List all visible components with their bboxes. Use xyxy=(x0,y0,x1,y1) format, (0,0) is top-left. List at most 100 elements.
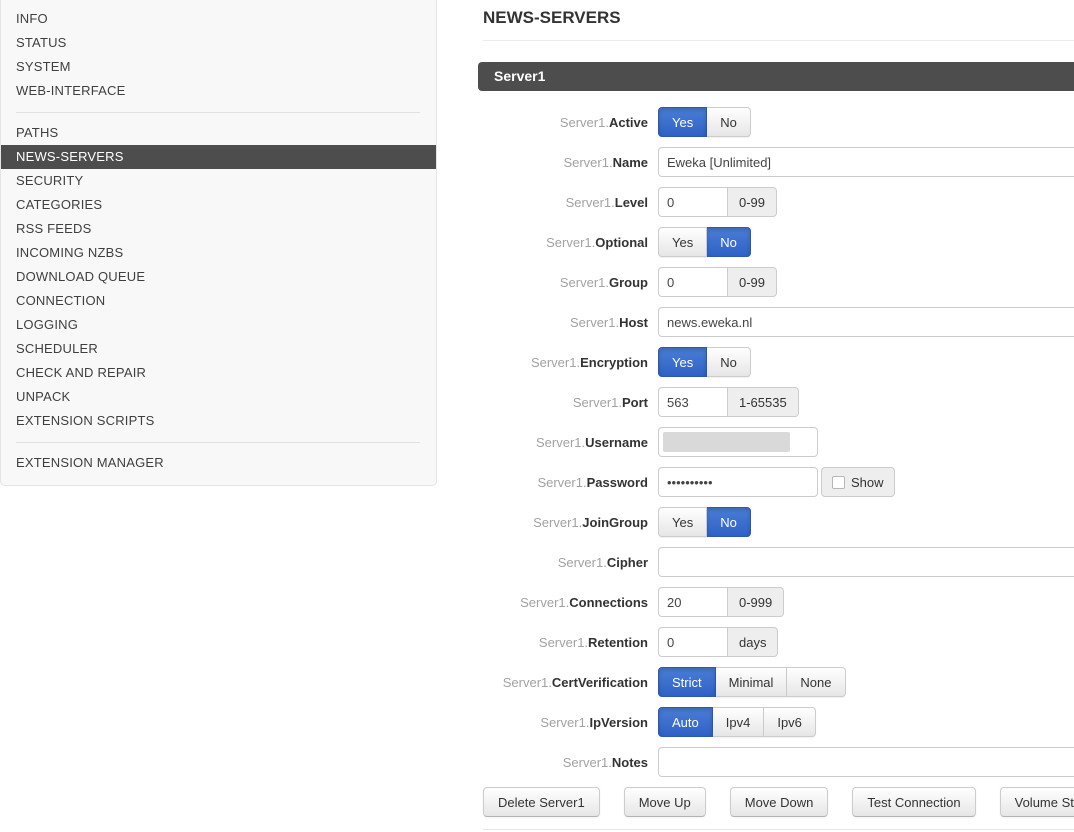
option-label-password: Server1.Password xyxy=(0,475,648,490)
label-name: Port xyxy=(622,395,648,410)
label-prefix: Server1. xyxy=(573,395,622,410)
option-label-port: Server1.Port xyxy=(0,395,648,410)
option-label-retention: Server1.Retention xyxy=(0,635,648,650)
label-name: Retention xyxy=(588,635,648,650)
form-row-username: Server1.Username xyxy=(0,422,1074,462)
ipversion-option-ipv6[interactable]: Ipv6 xyxy=(764,707,816,737)
certverification-option-none[interactable]: None xyxy=(787,667,845,697)
server-actions: Delete Server1 Move Up Move Down Test Conne… xyxy=(483,787,1074,817)
delete-server1-button[interactable]: Delete Server1 xyxy=(483,787,600,817)
form-row-joingroup: Server1.JoinGroup YesNo xyxy=(0,502,1074,542)
label-name: IpVersion xyxy=(589,715,648,730)
option-label-ipversion: Server1.IpVersion xyxy=(0,715,648,730)
optional-option-no[interactable]: No xyxy=(707,227,751,257)
option-label-level: Server1.Level xyxy=(0,195,648,210)
test-connection-button[interactable]: Test Connection xyxy=(852,787,975,817)
certverification-toggle-group: StrictMinimalNone xyxy=(658,667,846,697)
page-title: NEWS-SERVERS xyxy=(483,8,621,28)
move-up-button[interactable]: Move Up xyxy=(624,787,706,817)
sidebar-item-system[interactable]: SYSTEM xyxy=(1,55,436,79)
label-prefix: Server1. xyxy=(537,475,586,490)
label-prefix: Server1. xyxy=(563,755,612,770)
option-label-active: Server1.Active xyxy=(0,115,648,130)
show-password-checkbox[interactable] xyxy=(832,476,845,489)
encryption-option-no[interactable]: No xyxy=(707,347,751,377)
label-prefix: Server1. xyxy=(533,515,582,530)
label-name: Optional xyxy=(595,235,648,250)
option-label-joingroup: Server1.JoinGroup xyxy=(0,515,648,530)
label-name: Password xyxy=(587,475,648,490)
level-range-addon: 0-99 xyxy=(728,187,777,217)
form-row-password: Server1.Password Show xyxy=(0,462,1074,502)
option-label-username: Server1.Username xyxy=(0,435,648,450)
label-name: Level xyxy=(615,195,648,210)
label-prefix: Server1. xyxy=(570,315,619,330)
option-label-certverification: Server1.CertVerification xyxy=(0,675,648,690)
label-prefix: Server1. xyxy=(560,275,609,290)
username-redaction xyxy=(663,432,790,452)
label-name: Name xyxy=(613,155,648,170)
cipher-input[interactable] xyxy=(658,547,1074,577)
label-prefix: Server1. xyxy=(540,715,589,730)
form-row-port: Server1.Port 1-65535 xyxy=(0,382,1074,422)
retention-input[interactable] xyxy=(658,627,728,657)
label-name: Active xyxy=(609,115,648,130)
joingroup-option-yes[interactable]: Yes xyxy=(658,507,707,537)
joingroup-toggle-group: YesNo xyxy=(658,507,751,537)
option-label-connections: Server1.Connections xyxy=(0,595,648,610)
form-row-level: Server1.Level 0-99 xyxy=(0,182,1074,222)
ipversion-option-auto[interactable]: Auto xyxy=(658,707,713,737)
form-row-group: Server1.Group0-99 xyxy=(0,262,1074,302)
label-prefix: Server1. xyxy=(546,235,595,250)
form-row-cipher: Server1.Cipher xyxy=(0,542,1074,582)
form-row-certverification: Server1.CertVerification StrictMinimalNon… xyxy=(0,662,1074,702)
port-range-addon: 1-65535 xyxy=(728,387,799,417)
label-prefix: Server1. xyxy=(536,435,585,450)
footer-divider xyxy=(483,829,1074,830)
active-option-yes[interactable]: Yes xyxy=(658,107,707,137)
title-divider xyxy=(483,40,1074,41)
label-name: Username xyxy=(585,435,648,450)
form-row-name: Server1.Name xyxy=(0,142,1074,182)
optional-toggle-group: YesNo xyxy=(658,227,751,257)
notes-input[interactable] xyxy=(658,747,1074,777)
name-input[interactable] xyxy=(658,147,1074,177)
group-input[interactable] xyxy=(658,267,728,297)
form-row-optional: Server1.Optional YesNo xyxy=(0,222,1074,262)
server1-form: Server1.ActiveYesNoServer1.NameServer1.L… xyxy=(0,102,1074,782)
username-input[interactable] xyxy=(658,427,818,457)
sidebar-item-info[interactable]: INFO xyxy=(1,7,436,31)
active-option-no[interactable]: No xyxy=(707,107,751,137)
section-header-server1: Server1 xyxy=(478,62,1074,91)
label-prefix: Server1. xyxy=(539,635,588,650)
form-row-connections: Server1.Connections0-999 xyxy=(0,582,1074,622)
label-name: JoinGroup xyxy=(582,515,648,530)
encryption-option-yes[interactable]: Yes xyxy=(658,347,707,377)
certverification-option-strict[interactable]: Strict xyxy=(658,667,716,697)
connections-input[interactable] xyxy=(658,587,728,617)
host-input[interactable] xyxy=(658,307,1074,337)
sidebar-item-status[interactable]: STATUS xyxy=(1,31,436,55)
label-name: Group xyxy=(609,275,648,290)
port-input[interactable] xyxy=(658,387,728,417)
volume-statistics-button[interactable]: Volume Statistics xyxy=(1000,787,1074,817)
form-row-host: Server1.Host xyxy=(0,302,1074,342)
encryption-toggle-group: YesNo xyxy=(658,347,751,377)
form-row-encryption: Server1.EncryptionYesNo xyxy=(0,342,1074,382)
optional-option-yes[interactable]: Yes xyxy=(658,227,707,257)
label-prefix: Server1. xyxy=(558,555,607,570)
label-prefix: Server1. xyxy=(531,355,580,370)
label-prefix: Server1. xyxy=(520,595,569,610)
ipversion-toggle-group: AutoIpv4Ipv6 xyxy=(658,707,816,737)
label-name: Notes xyxy=(612,755,648,770)
move-down-button[interactable]: Move Down xyxy=(730,787,829,817)
form-row-notes: Server1.Notes xyxy=(0,742,1074,782)
certverification-option-minimal[interactable]: Minimal xyxy=(716,667,788,697)
show-password-label: Show xyxy=(851,475,884,490)
password-input[interactable] xyxy=(658,467,818,497)
ipversion-option-ipv4[interactable]: Ipv4 xyxy=(713,707,765,737)
joingroup-option-no[interactable]: No xyxy=(707,507,751,537)
level-input[interactable] xyxy=(658,187,728,217)
sidebar-item-web-interface[interactable]: WEB-INTERFACE xyxy=(1,79,436,103)
label-prefix: Server1. xyxy=(560,115,609,130)
